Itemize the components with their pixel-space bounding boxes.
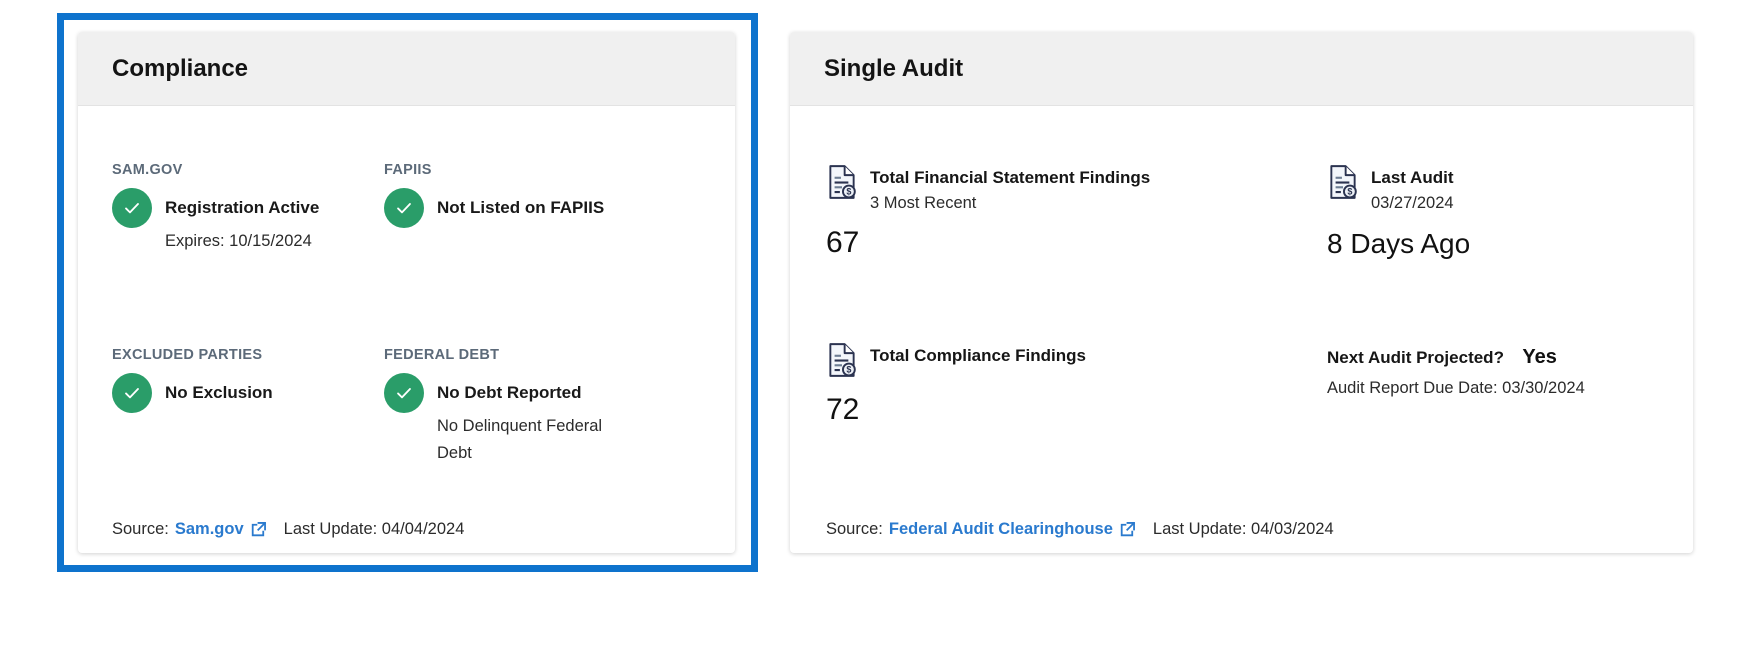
status-label: FAPIIS bbox=[384, 162, 701, 178]
status-label: SAM.GOV bbox=[112, 162, 384, 178]
status-item-excluded-parties: EXCLUDED PARTIES No Exclusion bbox=[112, 347, 384, 467]
status-detail: No Delinquent Federal Debt bbox=[437, 413, 627, 467]
last-update-text: Last Update: 04/03/2024 bbox=[1153, 520, 1334, 539]
compliance-card-selection-outline: Compliance SAM.GOV Registration Active E… bbox=[57, 13, 758, 572]
metric-value: 8 Days Ago bbox=[1327, 228, 1657, 260]
single-audit-card[interactable]: Single Audit $ bbox=[790, 32, 1693, 553]
metric-title: Last Audit bbox=[1371, 166, 1454, 190]
compliance-card[interactable]: Compliance SAM.GOV Registration Active E… bbox=[78, 32, 735, 553]
next-audit-answer: Yes bbox=[1522, 346, 1556, 368]
status-detail: Expires: 10/15/2024 bbox=[165, 228, 319, 255]
document-dollar-icon: $ bbox=[826, 342, 858, 383]
check-circle-icon bbox=[112, 188, 152, 228]
document-dollar-icon: $ bbox=[826, 164, 858, 205]
metric-value: 67 bbox=[826, 226, 1327, 260]
next-audit-question: Next Audit Projected? bbox=[1327, 348, 1504, 367]
status-title: No Debt Reported bbox=[437, 373, 627, 413]
audit-report-due-date: Audit Report Due Date: 03/30/2024 bbox=[1327, 379, 1657, 398]
metric-subtitle: 03/27/2024 bbox=[1371, 190, 1454, 216]
dashboard-panel: Compliance SAM.GOV Registration Active E… bbox=[0, 0, 1757, 651]
check-circle-icon bbox=[112, 373, 152, 413]
svg-text:$: $ bbox=[846, 187, 851, 197]
metric-subtitle: 3 Most Recent bbox=[870, 190, 1150, 216]
svg-text:$: $ bbox=[1347, 187, 1352, 197]
status-label: EXCLUDED PARTIES bbox=[112, 347, 384, 363]
status-item-sam-gov: SAM.GOV Registration Active Expires: 10/… bbox=[112, 162, 384, 255]
svg-text:$: $ bbox=[846, 365, 851, 375]
status-item-fapiis: FAPIIS Not Listed on FAPIIS bbox=[384, 162, 701, 255]
last-update-text: Last Update: 04/04/2024 bbox=[284, 520, 465, 539]
next-audit-projected: Next Audit Projected? Yes Audit Report D… bbox=[1327, 344, 1657, 427]
metric-title: Total Compliance Findings bbox=[870, 344, 1086, 368]
metric-last-audit: $ Last Audit 03/27/2024 8 Days Ago bbox=[1327, 166, 1657, 260]
document-dollar-icon: $ bbox=[1327, 164, 1359, 205]
single-audit-card-header: Single Audit bbox=[790, 32, 1693, 106]
metric-compliance-findings: $ Total Compliance Findings 72 bbox=[826, 344, 1327, 427]
source-link-samgov[interactable]: Sam.gov bbox=[175, 520, 244, 539]
status-label: FEDERAL DEBT bbox=[384, 347, 701, 363]
metric-financial-statement-findings: $ Total Financial Statement Findings 3 M… bbox=[826, 166, 1327, 260]
metric-title: Total Financial Statement Findings bbox=[870, 166, 1150, 190]
status-title: Registration Active bbox=[165, 188, 319, 228]
source-label: Source: bbox=[112, 520, 169, 539]
single-audit-card-body: $ Total Financial Statement Findings 3 M… bbox=[790, 106, 1693, 427]
status-item-federal-debt: FEDERAL DEBT No Debt Reported No Delinqu… bbox=[384, 347, 701, 467]
metric-value: 72 bbox=[826, 393, 1327, 427]
single-audit-card-footer: Source: Federal Audit Clearinghouse Last… bbox=[826, 520, 1334, 539]
check-circle-icon bbox=[384, 188, 424, 228]
source-label: Source: bbox=[826, 520, 883, 539]
external-link-icon[interactable] bbox=[1118, 520, 1137, 539]
single-audit-card-title: Single Audit bbox=[824, 55, 963, 83]
compliance-card-title: Compliance bbox=[112, 55, 248, 83]
status-title: Not Listed on FAPIIS bbox=[437, 188, 604, 228]
check-circle-icon bbox=[384, 373, 424, 413]
compliance-card-footer: Source: Sam.gov Last Update: 04/04/2024 bbox=[112, 520, 464, 539]
status-title: No Exclusion bbox=[165, 373, 273, 413]
source-link-federal-audit-clearinghouse[interactable]: Federal Audit Clearinghouse bbox=[889, 520, 1113, 539]
compliance-card-header: Compliance bbox=[78, 32, 735, 106]
compliance-card-body: SAM.GOV Registration Active Expires: 10/… bbox=[78, 106, 735, 467]
external-link-icon[interactable] bbox=[249, 520, 268, 539]
